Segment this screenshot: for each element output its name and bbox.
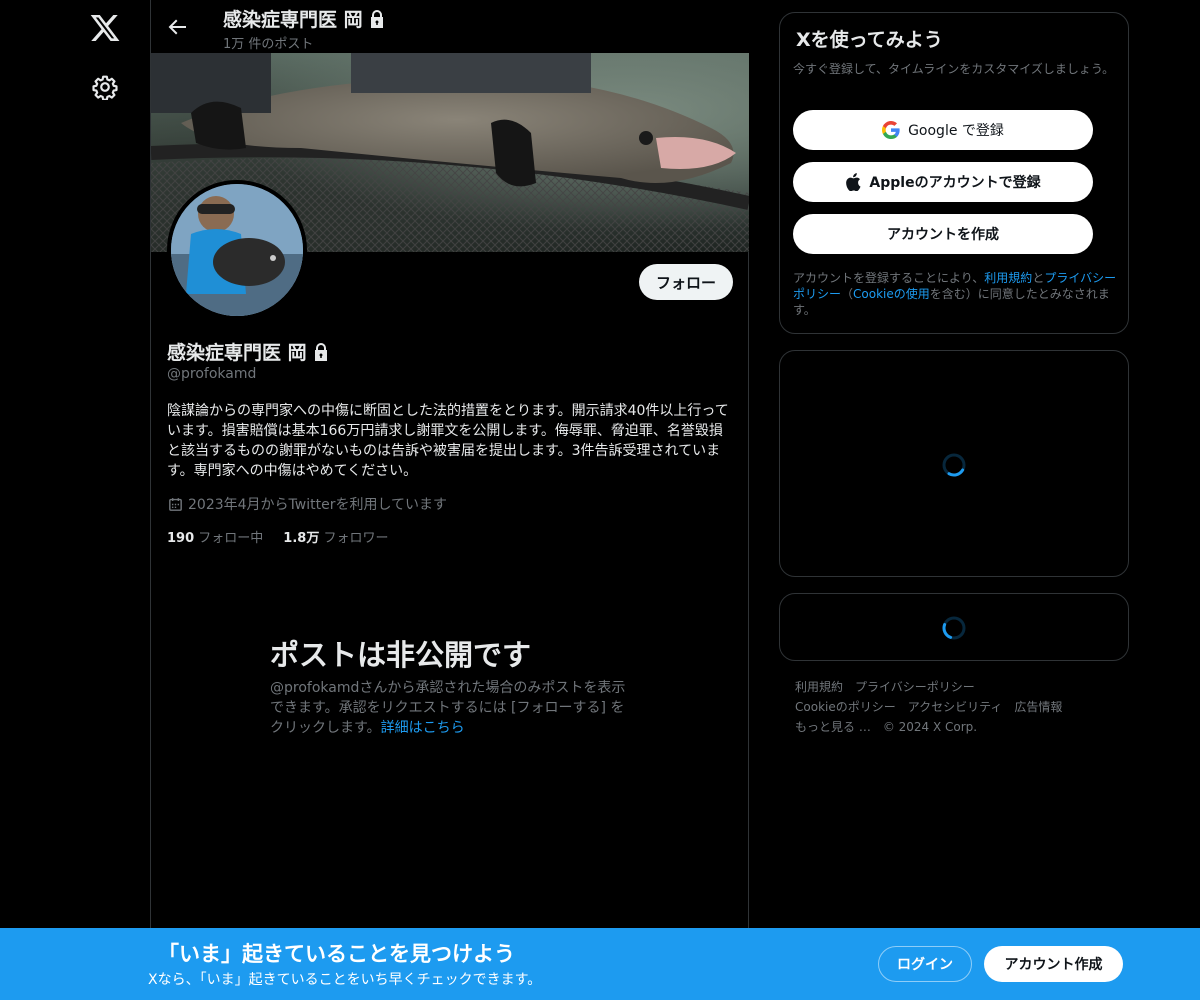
google-icon	[882, 121, 900, 139]
private-title: ポストは非公開です	[270, 638, 532, 672]
following-count: 190	[167, 531, 195, 546]
bottom-signup-bar: 「いま」起きていることを見つけよう Xなら、「いま」起きていることをいち早くチェ…	[0, 928, 1200, 1000]
signup-subtitle: 今すぐ登録して、タイムラインをカスタマイズしましょう。	[793, 62, 1115, 76]
profile-name-wrap: 感染症専門医 岡	[167, 338, 329, 365]
apple-signup-button[interactable]: Appleのアカウントで登録	[793, 162, 1093, 202]
footer-link-privacy[interactable]: プライバシーポリシー	[855, 680, 975, 694]
footer-link-ads[interactable]: 広告情報	[1014, 700, 1062, 714]
lock-icon	[314, 343, 327, 361]
profile-avatar[interactable]	[167, 180, 307, 320]
header-title-wrap: 感染症専門医 岡	[223, 5, 385, 32]
followers-stat[interactable]: 1.8万 フォロワー	[283, 527, 388, 546]
footer-link-terms[interactable]: 利用規約	[795, 680, 843, 694]
following-label: フォロー中	[198, 531, 264, 546]
gear-icon[interactable]	[92, 74, 118, 100]
signup-terms: アカウントを登録することにより、利用規約とプライバシーポリシー（Cookieの使…	[793, 270, 1123, 318]
signup-card: Xを使ってみよう 今すぐ登録して、タイムラインをカスタマイズしましょう。 Goo…	[779, 12, 1129, 334]
bottom-bar-title: 「いま」起きていることを見つけよう	[158, 942, 515, 966]
lock-icon	[370, 10, 383, 28]
profile-header-bar: 感染症専門医 岡 1万 件のポスト	[151, 0, 749, 53]
followers-count: 1.8万	[283, 531, 320, 546]
footer-link-accessibility[interactable]: アクセシビリティ	[908, 700, 1003, 714]
signup-title: Xを使ってみよう	[796, 29, 943, 51]
footer-links: 利用規約 プライバシーポリシー Cookieのポリシー アクセシビリティ 広告情報 も…	[795, 677, 1115, 737]
terms-and: と	[1032, 271, 1045, 285]
terms-link[interactable]: 利用規約	[984, 271, 1032, 285]
x-logo-icon[interactable]	[89, 12, 121, 44]
cookie-link[interactable]: Cookieの使用	[853, 287, 930, 301]
terms-mid: （	[841, 287, 854, 301]
loading-card-trends	[779, 350, 1129, 577]
post-count: 1万 件のポスト	[223, 37, 314, 52]
bottom-signup-button[interactable]: アカウント作成	[984, 946, 1123, 982]
follow-button[interactable]: フォロー	[639, 264, 733, 300]
terms-pre: アカウントを登録することにより、	[793, 271, 985, 285]
loading-card-suggestions	[779, 593, 1129, 661]
joined-date: 2023年4月からTwitterを利用しています	[167, 494, 447, 514]
following-stat[interactable]: 190 フォロー中	[167, 527, 263, 546]
apple-icon	[846, 173, 861, 191]
avatar-image	[171, 184, 303, 316]
apple-signup-label: Appleのアカウントで登録	[869, 175, 1041, 191]
create-account-button[interactable]: アカウントを作成	[793, 214, 1093, 254]
profile-bio: 陰謀論からの専門家への中傷に断固とした法的措置をとります。開示請求40件以上行っ…	[167, 403, 729, 479]
bottom-bar-subtitle: Xなら、「いま」起きていることをいち早くチェックできます。	[148, 972, 542, 988]
loading-spinner-icon	[942, 453, 966, 477]
follow-stats: 190 フォロー中 1.8万 フォロワー	[167, 527, 388, 546]
followers-label: フォロワー	[323, 531, 389, 546]
back-arrow-icon[interactable]	[165, 15, 189, 39]
footer-link-more[interactable]: もっと見る …	[795, 720, 871, 734]
calendar-icon	[169, 497, 182, 511]
header-title: 感染症専門医 岡	[223, 9, 363, 31]
private-description: @profokamdさんから承認された場合のみポストを表示できます。承認をリクエ…	[270, 678, 630, 738]
joined-text: 2023年4月からTwitterを利用しています	[188, 497, 448, 513]
profile-name: 感染症専門医 岡	[167, 342, 307, 364]
footer-copyright: © 2024 X Corp.	[882, 720, 978, 734]
google-signup-button[interactable]: Google で登録	[793, 110, 1093, 150]
loading-spinner-icon	[942, 616, 966, 640]
footer-link-cookie[interactable]: Cookieのポリシー	[795, 700, 896, 714]
profile-handle: @profokamd	[167, 366, 257, 382]
learn-more-link[interactable]: 詳細はこちら	[381, 720, 465, 736]
google-signup-label: Google で登録	[908, 123, 1004, 139]
login-button[interactable]: ログイン	[878, 946, 972, 982]
left-nav	[0, 0, 150, 1000]
main-column: 感染症専門医 岡 1万 件のポスト フォロー 感染症専門医 岡 @profoka…	[150, 0, 749, 1000]
